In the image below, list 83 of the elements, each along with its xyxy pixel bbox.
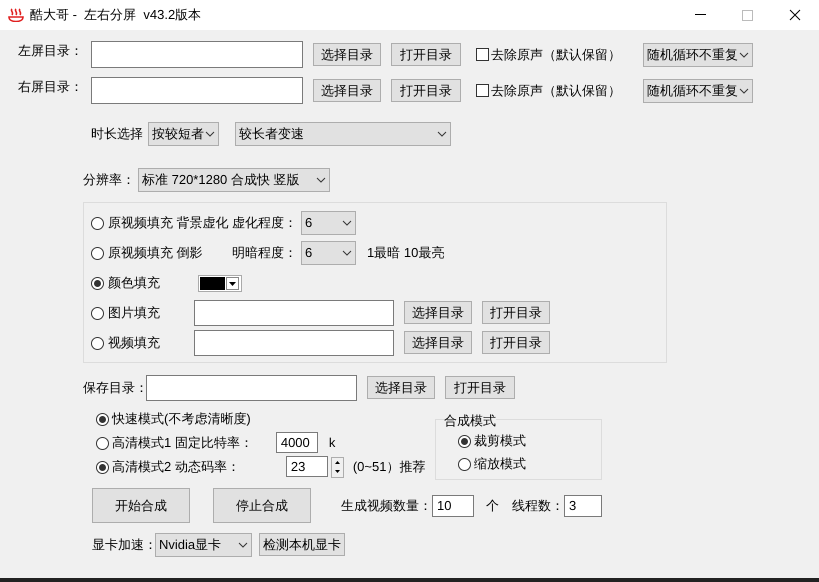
push-button[interactable]: 打开目录 [482, 331, 550, 354]
push-button[interactable]: 停止合成 [213, 488, 311, 523]
label: 右屏目录： [18, 78, 84, 96]
text-field[interactable]: 4000 [276, 432, 318, 453]
label: 左屏目录： [18, 42, 84, 60]
push-button[interactable]: 选择目录 [404, 301, 472, 324]
dropdown[interactable]: 随机循环不重复 [643, 78, 753, 102]
radio-button[interactable] [91, 306, 104, 320]
checkbox[interactable] [476, 84, 489, 97]
spin-button[interactable] [330, 456, 344, 478]
text-field[interactable]: 10 [432, 494, 474, 516]
radio-button[interactable] [96, 412, 109, 426]
chevron-down-icon [739, 52, 749, 58]
dropdown[interactable]: 随机循环不重复 [643, 42, 753, 66]
dropdown[interactable]: 6 [301, 241, 356, 265]
push-button[interactable]: 选择目录 [367, 376, 435, 400]
label: 显卡加速： [92, 536, 155, 554]
dropdown[interactable]: 标准 720*1280 合成快 竖版 [138, 168, 330, 192]
label: 高清模式2 动态码率： [112, 458, 240, 476]
close-icon[interactable] [789, 9, 801, 21]
push-button[interactable]: 选择目录 [313, 42, 381, 66]
dropdown[interactable]: Nvidia显卡 [155, 533, 252, 557]
chevron-down-icon [316, 177, 326, 183]
push-button[interactable]: 开始合成 [92, 488, 190, 523]
label: 个 [486, 496, 499, 515]
chevron-down-icon [739, 88, 749, 94]
label: 原视频填充 倒影 [108, 244, 204, 262]
label: 1最暗 10最亮 [367, 244, 444, 262]
label: 明暗程度： [232, 244, 297, 262]
label: 线程数： [512, 496, 564, 515]
radio-button[interactable] [458, 434, 471, 448]
radio-button[interactable] [91, 216, 104, 230]
radio-button[interactable] [96, 460, 109, 474]
chevron-down-icon [437, 131, 447, 137]
text-field[interactable] [91, 41, 303, 68]
label: 保存目录： [83, 379, 146, 398]
dropdown[interactable]: 6 [301, 211, 356, 235]
dropdown[interactable]: 按较短者 [148, 122, 219, 146]
label: 虚化程度： [232, 214, 297, 232]
push-button[interactable]: 打开目录 [445, 376, 515, 400]
label: 生成视频数量： [341, 496, 432, 515]
label: 高清模式1 固定比特率： [112, 434, 253, 452]
label: (0~51）推荐 [352, 458, 426, 476]
steam-icon [8, 8, 24, 22]
dropdown[interactable]: 较长者变速 [235, 122, 451, 146]
radio-button[interactable] [458, 458, 471, 470]
label: 分辨率： [83, 171, 136, 190]
push-button[interactable]: 打开目录 [391, 78, 461, 102]
label: 图片填充 [108, 304, 161, 322]
push-button[interactable]: 检测本机显卡 [259, 533, 345, 556]
text-field[interactable] [91, 77, 303, 104]
caret-down-icon [226, 276, 239, 290]
text-field[interactable]: 23 [286, 456, 328, 477]
label: 视频填充 [108, 334, 161, 352]
text-field[interactable] [194, 330, 394, 356]
chevron-down-icon [205, 131, 215, 137]
text-field[interactable] [194, 300, 394, 326]
label: 颜色填充 [108, 274, 161, 292]
radio-button[interactable] [91, 246, 104, 260]
push-button[interactable]: 选择目录 [404, 331, 472, 354]
label: 时长选择 [91, 125, 143, 144]
label: 去除原声（默认保留） [491, 82, 621, 100]
push-button[interactable]: 打开目录 [391, 42, 461, 66]
radio-button[interactable] [96, 436, 109, 450]
chevron-down-icon [238, 542, 248, 548]
radio-button[interactable] [91, 276, 104, 290]
text-field[interactable]: 3 [564, 494, 602, 516]
push-button[interactable]: 打开目录 [482, 301, 550, 324]
label: k [328, 434, 336, 452]
label: 原视频填充 背景虚化 [108, 214, 228, 232]
window-title: 酷大哥 - 左右分屏 v43.2版本 [30, 6, 202, 24]
label: 缩放模式 [474, 455, 526, 474]
color-picker[interactable] [198, 274, 242, 292]
minimize-icon[interactable] [695, 14, 706, 16]
chevron-down-icon [342, 250, 352, 256]
radio-button[interactable] [91, 336, 104, 350]
label: 裁剪模式 [474, 432, 526, 450]
chevron-down-icon [342, 220, 352, 226]
text-field[interactable] [146, 375, 357, 401]
label: 去除原声（默认保留） [491, 46, 621, 64]
checkbox[interactable] [476, 48, 489, 61]
label: 快速模式(不考虑清晰度) [112, 410, 251, 428]
push-button[interactable]: 选择目录 [313, 78, 381, 102]
